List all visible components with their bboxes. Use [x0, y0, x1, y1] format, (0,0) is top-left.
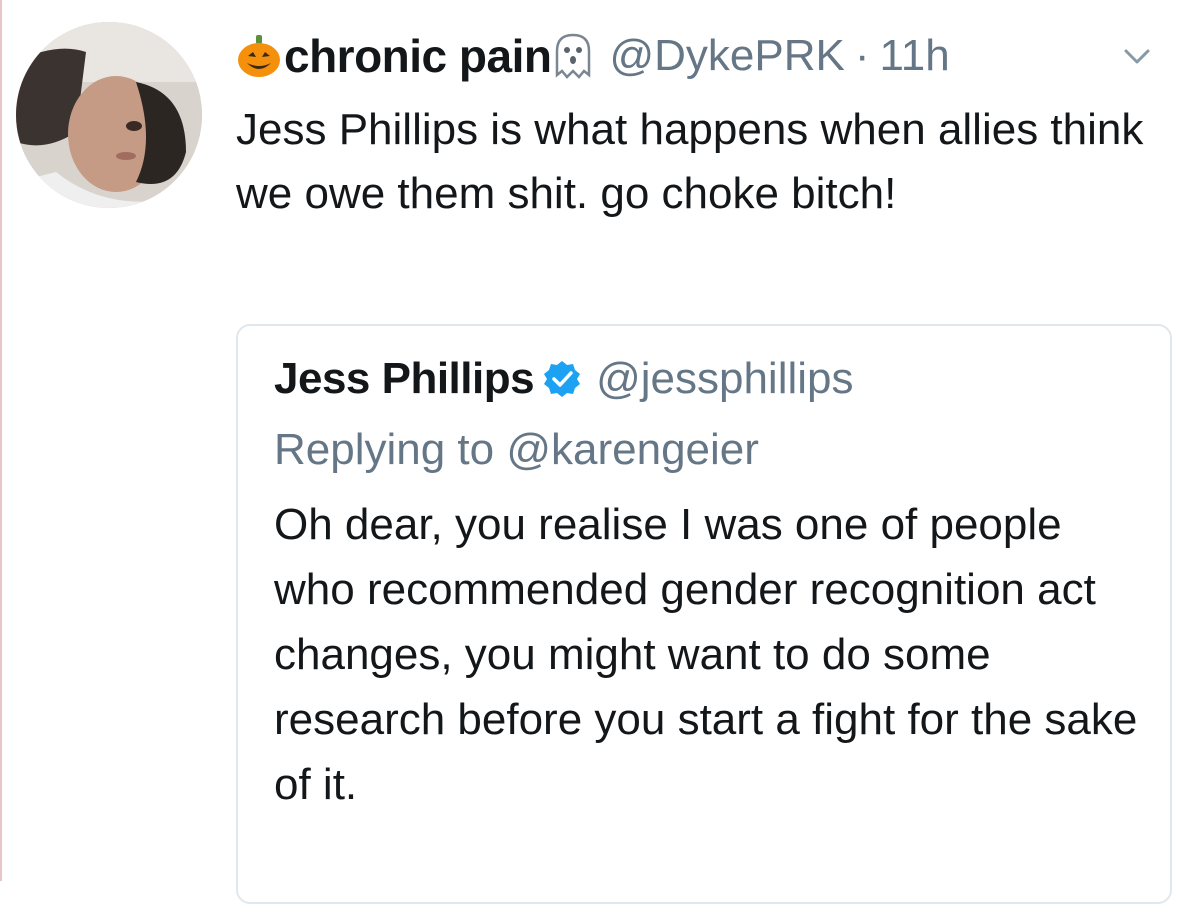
jack-o-lantern-icon: [238, 35, 280, 77]
avatar-photo: [16, 22, 202, 208]
quoted-author-name: Jess Phillips: [274, 354, 535, 403]
author-handle[interactable]: @DykePRK: [609, 31, 844, 81]
chevron-down-icon[interactable]: [1120, 39, 1154, 73]
avatar[interactable]: [16, 22, 202, 208]
quoted-tweet-text: Oh dear, you realise I was one of people…: [274, 500, 1138, 809]
quoted-tweet-header: Jess Phillips @jessphillips: [274, 348, 1170, 410]
replying-to-label: Replying to @karengeier: [274, 425, 759, 474]
author-display-name[interactable]: chronic pain: [284, 29, 552, 83]
quoted-author-handle: @jessphillips: [596, 354, 854, 403]
verified-badge-icon: [544, 361, 581, 397]
header-separator: ·: [854, 31, 870, 80]
tweet-text: Jess Phillips is what happens when allie…: [236, 105, 1144, 218]
tweet[interactable]: chronic pain @DykePRK · 11h Jess Phillip…: [236, 24, 1176, 226]
ghost-icon: [556, 33, 591, 79]
left-edge-border: [0, 0, 2, 881]
quoted-tweet-card[interactable]: Jess Phillips @jessphillips Replying to …: [236, 324, 1172, 904]
tweet-header: chronic pain @DykePRK · 11h: [236, 24, 1176, 88]
tweet-timestamp[interactable]: 11h: [880, 31, 950, 81]
